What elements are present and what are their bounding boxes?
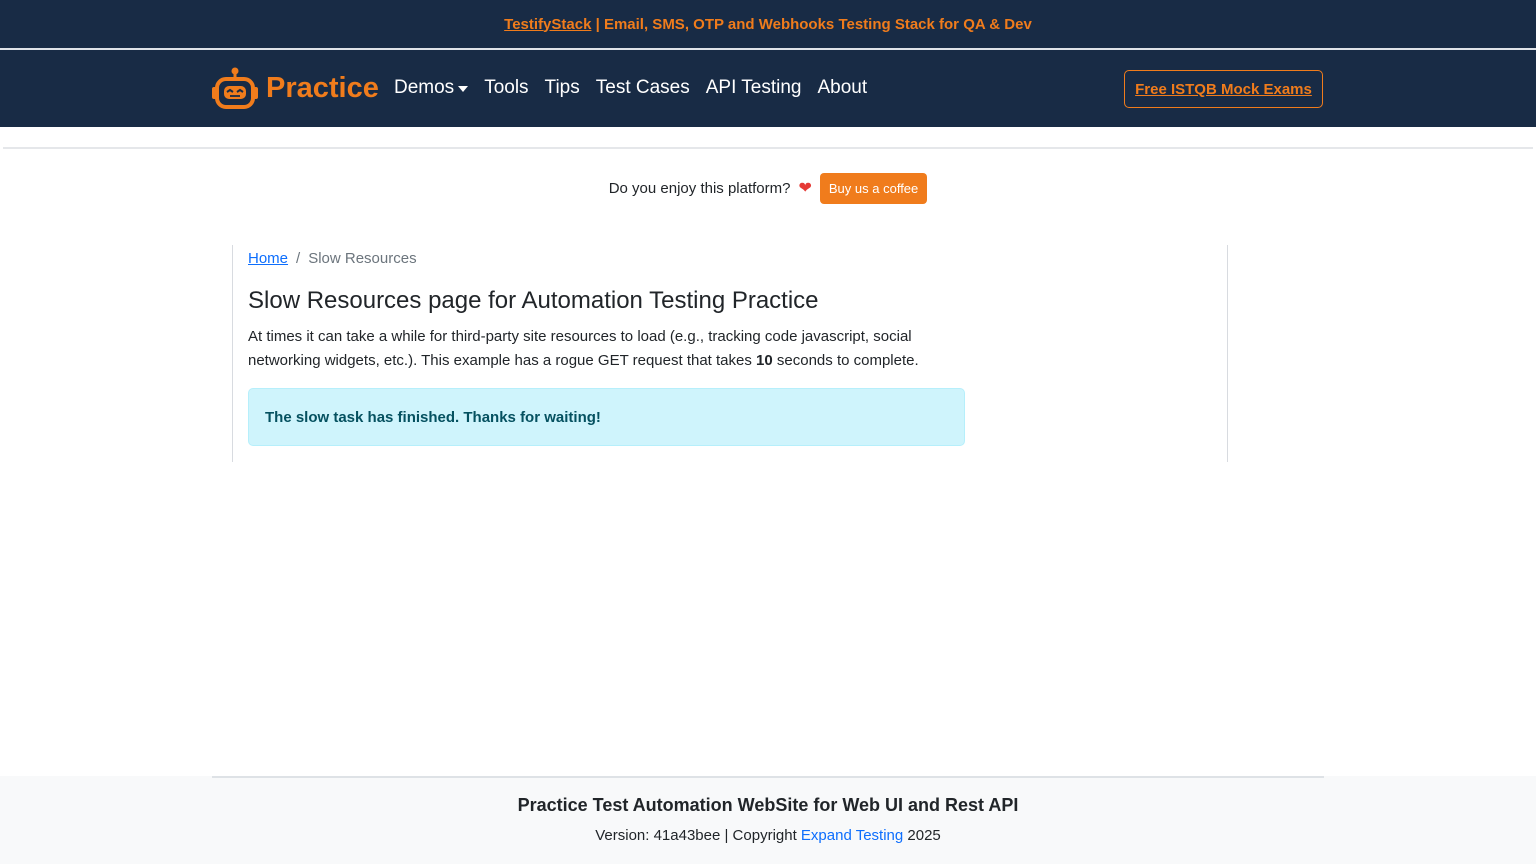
content-divider (3, 147, 1533, 149)
nav-demos[interactable]: Demos (394, 77, 469, 99)
breadcrumb: Home / Slow Resources (248, 250, 417, 267)
nav-links: Demos Tools Tips Test Cases API Testing … (394, 77, 867, 99)
robot-icon (212, 67, 258, 109)
main-content: Home / Slow Resources Slow Resources pag… (232, 245, 1228, 462)
expand-testing-link[interactable]: Expand Testing (801, 827, 903, 844)
footer: Practice Test Automation WebSite for Web… (0, 776, 1536, 864)
footer-year: 2025 (903, 827, 941, 844)
status-alert: The slow task has finished. Thanks for w… (248, 388, 965, 446)
nav-demos-label: Demos (394, 77, 455, 98)
nav-tools[interactable]: Tools (484, 77, 528, 99)
description-seconds: 10 (756, 352, 773, 369)
page-description: At times it can take a while for third-p… (248, 325, 968, 373)
breadcrumb-home[interactable]: Home (248, 250, 288, 267)
brand-name: Practice (266, 71, 379, 104)
footer-version: Version: 41a43bee | Copyright (595, 827, 801, 844)
breadcrumb-separator: / (296, 250, 301, 267)
heart-icon: ❤ (798, 180, 812, 197)
caret-down-icon (458, 86, 469, 92)
nav-api-testing[interactable]: API Testing (706, 77, 802, 99)
promo-text: | Email, SMS, OTP and Webhooks Testing S… (591, 15, 1032, 33)
navbar: Practice Demos Tools Tips Test Cases API… (0, 50, 1536, 127)
nav-tips[interactable]: Tips (545, 77, 580, 99)
coffee-row: Do you enjoy this platform? ❤ Buy us a c… (0, 172, 1536, 204)
promo-bar: TestifyStack | Email, SMS, OTP and Webho… (0, 0, 1536, 48)
breadcrumb-current: Slow Resources (308, 250, 417, 267)
footer-copyright: Version: 41a43bee | Copyright Expand Tes… (0, 827, 1536, 844)
nav-about[interactable]: About (818, 77, 868, 99)
coffee-question: Do you enjoy this platform? (608, 179, 791, 197)
brand-link[interactable]: Practice (212, 66, 379, 110)
footer-title: Practice Test Automation WebSite for Web… (517, 795, 1019, 815)
footer-divider (212, 776, 1324, 778)
promo-link[interactable]: TestifyStack (504, 16, 591, 33)
page-title: Slow Resources page for Automation Testi… (248, 287, 819, 314)
nav-test-cases[interactable]: Test Cases (596, 77, 690, 99)
buy-coffee-button[interactable]: Buy us a coffee (819, 172, 928, 204)
description-text-after: seconds to complete. (772, 352, 919, 369)
istqb-mock-exams-button[interactable]: Free ISTQB Mock Exams (1124, 70, 1323, 108)
